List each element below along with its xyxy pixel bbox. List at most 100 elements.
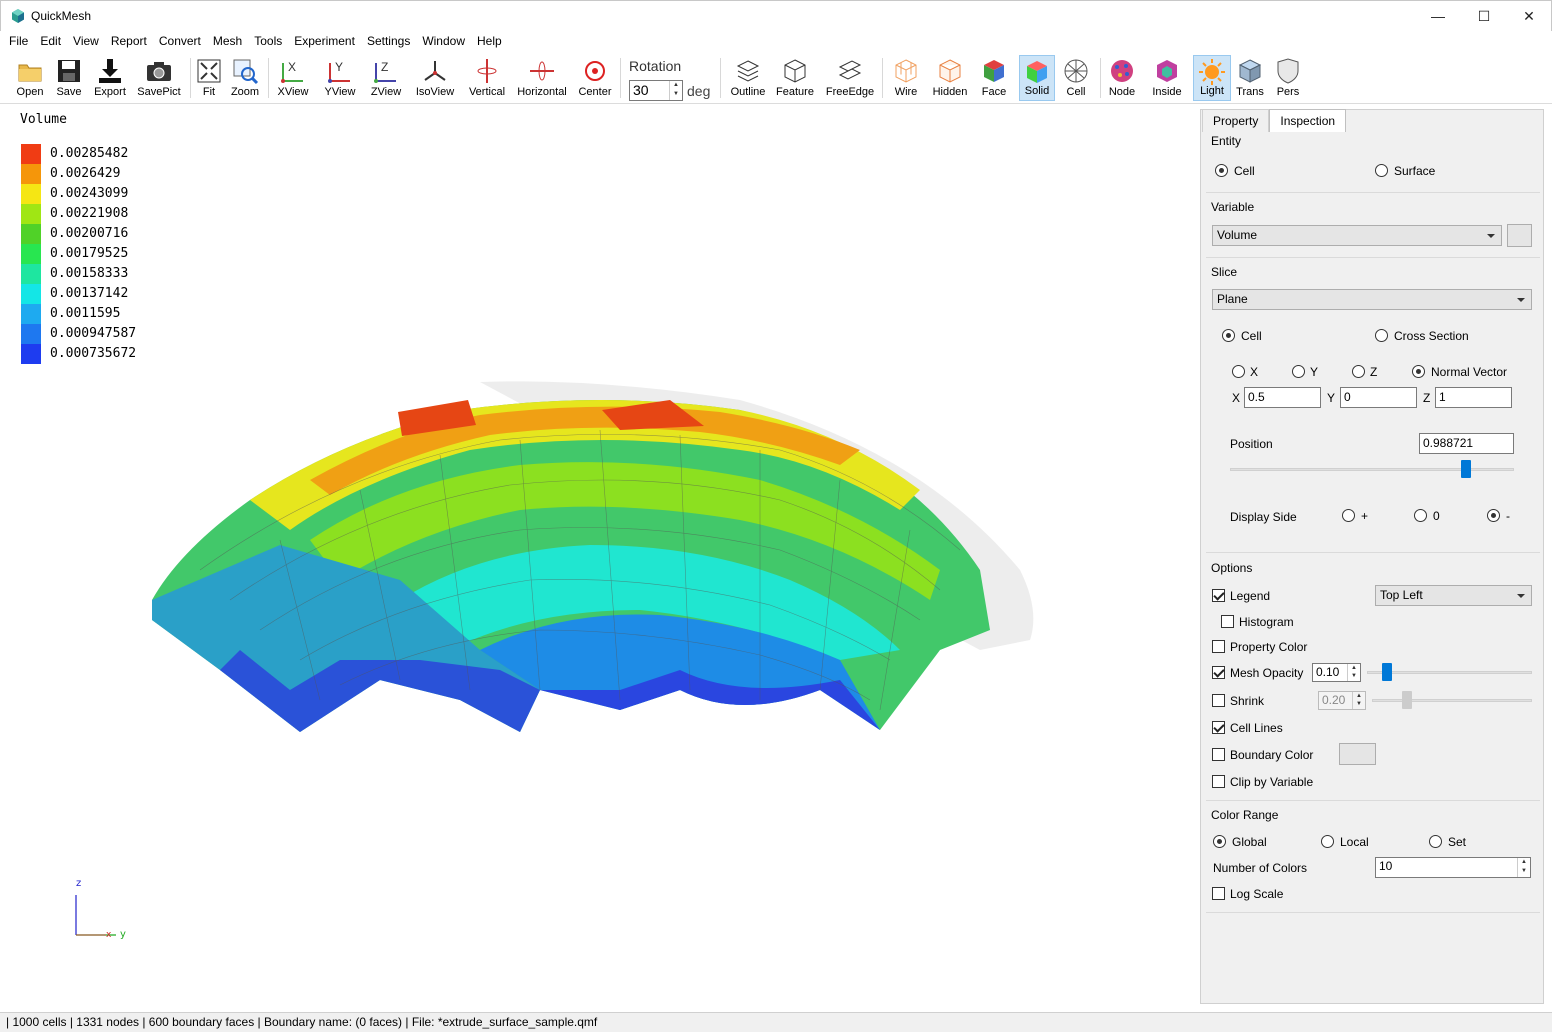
freeedge-button[interactable]: FreeEdge	[824, 55, 876, 101]
mesh-opacity-checkbox[interactable]	[1212, 666, 1225, 679]
trans-button[interactable]: Trans	[1232, 55, 1268, 101]
color-range-local-label: Local	[1340, 835, 1369, 849]
export-label: Export	[94, 86, 126, 98]
slice-axis-z-label: Z	[1370, 365, 1378, 379]
menu-view[interactable]: View	[67, 31, 105, 52]
position-input[interactable]: 0.988721	[1419, 433, 1514, 454]
open-button[interactable]: Open	[12, 55, 48, 101]
inside-button[interactable]: Inside	[1148, 55, 1186, 101]
entity-surface-radio[interactable]	[1375, 164, 1388, 177]
zview-button[interactable]: Z ZView	[367, 55, 405, 101]
menu-report[interactable]: Report	[105, 31, 153, 52]
menu-window[interactable]: Window	[416, 31, 471, 52]
display-side-minus-radio[interactable]	[1487, 509, 1500, 522]
normal-y-input[interactable]: 0	[1340, 387, 1417, 408]
face-button[interactable]: Face	[976, 55, 1012, 101]
xview-button[interactable]: X XView	[274, 55, 312, 101]
boundary-color-button[interactable]	[1339, 743, 1376, 765]
slice-axis-y-radio[interactable]	[1292, 365, 1305, 378]
menu-edit[interactable]: Edit	[34, 31, 67, 52]
normal-x-input[interactable]: 0.5	[1244, 387, 1321, 408]
maximize-button[interactable]: ☐	[1461, 1, 1507, 31]
center-button[interactable]: Center	[576, 55, 614, 101]
vertical-button[interactable]: Vertical	[466, 55, 508, 101]
export-button[interactable]: Export	[91, 55, 129, 101]
slice-cell-radio[interactable]	[1222, 329, 1235, 342]
menu-file[interactable]: File	[3, 31, 34, 52]
menu-mesh[interactable]: Mesh	[207, 31, 248, 52]
slice-axis-z-radio[interactable]	[1352, 365, 1365, 378]
display-side-label: Display Side	[1230, 510, 1297, 524]
toolbar-separator	[620, 58, 621, 98]
color-range-global-radio[interactable]	[1213, 835, 1226, 848]
number-of-colors-spinner[interactable]: ▲ ▼	[1517, 858, 1530, 877]
number-of-colors-spinbox[interactable]: 10 ▲ ▼	[1375, 857, 1531, 878]
cell-lines-checkbox[interactable]	[1212, 721, 1225, 734]
normal-z-input[interactable]: 1	[1435, 387, 1512, 408]
solid-label: Solid	[1024, 85, 1050, 97]
savepict-button[interactable]: SavePict	[136, 55, 182, 101]
save-button[interactable]: Save	[51, 55, 87, 101]
hidden-button[interactable]: Hidden	[930, 55, 970, 101]
mesh-opacity-slider-thumb[interactable]	[1382, 663, 1392, 681]
position-slider-thumb[interactable]	[1460, 460, 1471, 478]
color-range-set-label: Set	[1448, 835, 1467, 849]
rotation-angle-input[interactable]: 30 ▲ ▼	[629, 80, 683, 101]
zoom-button[interactable]: Zoom	[228, 55, 262, 101]
rotation-spinner[interactable]: ▲ ▼	[669, 81, 682, 100]
shrink-slider-track[interactable]	[1372, 699, 1532, 702]
cell-lines-label: Cell Lines	[1230, 721, 1283, 735]
feature-button[interactable]: Feature	[774, 55, 816, 101]
light-button[interactable]: Light	[1193, 55, 1231, 101]
display-side-zero-radio[interactable]	[1414, 509, 1427, 522]
mesh-model[interactable]	[140, 370, 1050, 740]
entity-cell-radio[interactable]	[1215, 164, 1228, 177]
fit-button[interactable]: Fit	[194, 55, 224, 101]
yview-button[interactable]: Y YView	[321, 55, 359, 101]
mesh-opacity-spinbox[interactable]: 0.10 ▲ ▼	[1312, 663, 1361, 682]
display-side-plus-radio[interactable]	[1342, 509, 1355, 522]
close-button[interactable]: ✕	[1506, 1, 1552, 31]
property-color-checkbox[interactable]	[1212, 640, 1225, 653]
tab-property[interactable]: Property	[1202, 109, 1270, 132]
menu-help[interactable]: Help	[471, 31, 508, 52]
color-range-local-radio[interactable]	[1321, 835, 1334, 848]
isoview-button[interactable]: IsoView	[413, 55, 457, 101]
wire-button[interactable]: Wire	[888, 55, 924, 101]
slice-cross-section-radio[interactable]	[1375, 329, 1388, 342]
slice-axis-x-radio[interactable]	[1232, 365, 1245, 378]
slice-mode-select[interactable]: Plane	[1212, 289, 1532, 310]
clip-by-variable-checkbox[interactable]	[1212, 775, 1225, 788]
histogram-checkbox[interactable]	[1221, 615, 1234, 628]
position-slider-track[interactable]	[1230, 468, 1514, 471]
solid-button[interactable]: Solid	[1019, 55, 1055, 101]
node-button[interactable]: Node	[1104, 55, 1140, 101]
shrink-checkbox[interactable]	[1212, 694, 1225, 707]
minimize-button[interactable]: —	[1415, 1, 1461, 31]
tab-inspection[interactable]: Inspection	[1269, 109, 1347, 132]
outline-button[interactable]: Outline	[728, 55, 768, 101]
boundary-color-checkbox[interactable]	[1212, 748, 1225, 761]
log-scale-checkbox[interactable]	[1212, 887, 1225, 900]
legend-position-select[interactable]: Top Left	[1375, 585, 1532, 606]
legend-checkbox[interactable]	[1212, 589, 1225, 602]
variable-options-button[interactable]	[1507, 224, 1532, 247]
pers-button[interactable]: Pers	[1272, 55, 1304, 101]
menu-experiment[interactable]: Experiment	[288, 31, 361, 52]
slice-normal-vector-radio[interactable]	[1412, 365, 1425, 378]
cell-label: Cell	[1066, 86, 1086, 98]
mesh-opacity-spinner[interactable]: ▲ ▼	[1347, 664, 1360, 681]
cell-button[interactable]: Cell	[1058, 55, 1094, 101]
menu-settings[interactable]: Settings	[361, 31, 416, 52]
color-range-group-title: Color Range	[1211, 808, 1279, 822]
menu-convert[interactable]: Convert	[153, 31, 207, 52]
menu-tools[interactable]: Tools	[248, 31, 288, 52]
shrink-slider-thumb[interactable]	[1402, 691, 1412, 709]
shrink-spinbox[interactable]: 0.20 ▲ ▼	[1318, 691, 1366, 710]
variable-select[interactable]: Volume	[1212, 225, 1502, 246]
shrink-spinner[interactable]: ▲ ▼	[1352, 692, 1365, 709]
color-range-set-radio[interactable]	[1429, 835, 1442, 848]
chevron-down-icon	[1487, 234, 1495, 238]
horizontal-label: Horizontal	[517, 86, 567, 98]
horizontal-button[interactable]: Horizontal	[515, 55, 569, 101]
